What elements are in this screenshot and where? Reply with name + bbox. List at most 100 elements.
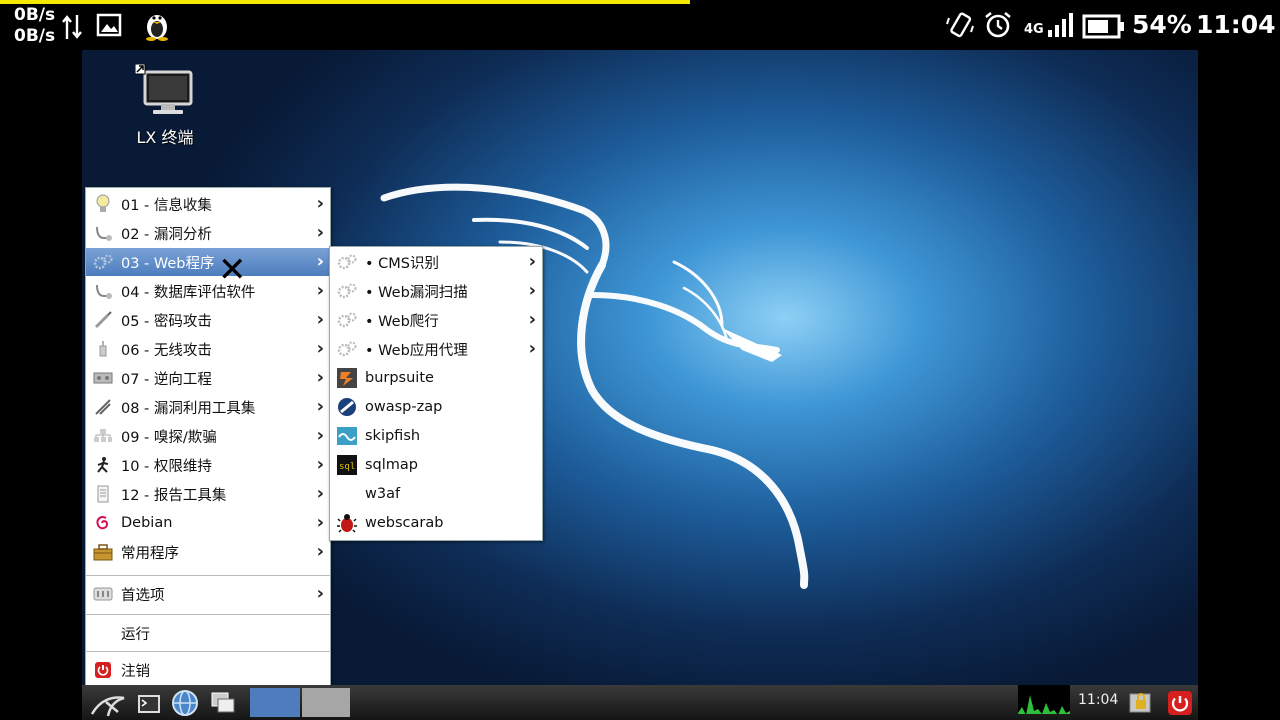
burpsuite-icon <box>337 368 357 388</box>
chevron-right-icon: › <box>528 338 536 359</box>
chevron-right-icon: › <box>316 541 324 562</box>
taskbar-window-button-1[interactable] <box>250 688 300 717</box>
chevron-right-icon: › <box>316 454 324 475</box>
taskbar-window-button-2[interactable] <box>302 688 350 717</box>
sqlmap-icon: sql <box>337 455 357 475</box>
data-transfer-icon <box>62 15 82 39</box>
menu-item-password-attacks[interactable]: 05 - 密码攻击 › <box>86 306 330 334</box>
power-icon <box>93 660 113 680</box>
alarm-icon <box>985 11 1011 38</box>
submenu-item-burpsuite[interactable]: burpsuite <box>330 364 542 392</box>
bug-icon <box>337 513 357 533</box>
menu-item-web-apps[interactable]: 03 - Web程序 › <box>86 248 330 276</box>
chevron-right-icon: › <box>316 251 324 272</box>
battery-icon <box>1082 14 1124 39</box>
chevron-right-icon: › <box>316 222 324 243</box>
network-icon <box>93 426 113 446</box>
network-speed: 0B/s 0B/s <box>14 5 56 46</box>
runner-icon <box>93 455 113 475</box>
submenu-item-web-vuln-scanners[interactable]: • Web漏洞扫描 › <box>330 277 542 305</box>
menu-item-accessories[interactable]: 常用程序 › <box>86 538 330 566</box>
chevron-right-icon: › <box>316 367 324 388</box>
web-apps-submenu: • CMS识别 › • Web漏洞扫描 › • Web爬行 › • Web应用代理 › … <box>329 246 543 541</box>
menu-item-vuln-analysis[interactable]: 02 - 漏洞分析 › <box>86 219 330 247</box>
lightbulb-icon <box>93 194 113 214</box>
gears-icon <box>337 310 357 330</box>
probe-icon <box>93 281 113 301</box>
menu-item-database-assessment[interactable]: 04 - 数据库评估软件 › <box>86 277 330 305</box>
taskbar <box>82 685 1198 720</box>
gears-icon <box>337 281 357 301</box>
lock-screen-icon[interactable] <box>1126 688 1156 717</box>
submenu-item-web-app-proxies[interactable]: • Web应用代理 › <box>330 335 542 363</box>
monitor-icon <box>134 63 193 114</box>
probe-icon <box>93 223 113 243</box>
chevron-right-icon: › <box>528 280 536 301</box>
machine-icon <box>93 368 113 388</box>
kali-menu-button[interactable] <box>88 688 128 717</box>
battery-percent: 54% <box>1132 10 1192 39</box>
desktop-icon-label: LX 终端 <box>136 128 194 147</box>
terminal-launcher-icon[interactable] <box>136 688 162 717</box>
menu-item-maintaining-access[interactable]: 10 - 权限维持 › <box>86 451 330 479</box>
chevron-right-icon: › <box>316 425 324 446</box>
android-status-bar: 0B/s 0B/s 4G 54% 11:04 <box>0 0 1280 50</box>
menu-item-debian[interactable]: Debian › <box>86 509 330 537</box>
menu-item-reporting-tools[interactable]: 12 - 报告工具集 › <box>86 480 330 508</box>
menu-item-logout[interactable]: 注销 <box>86 656 330 684</box>
chevron-right-icon: › <box>316 309 324 330</box>
debian-swirl-icon <box>93 513 113 533</box>
preferences-icon <box>93 584 113 604</box>
submenu-item-sqlmap[interactable]: sql sqlmap <box>330 451 542 479</box>
owasp-zap-icon <box>337 397 357 417</box>
network-type: 4G <box>1024 22 1044 37</box>
chevron-right-icon: › <box>316 396 324 417</box>
submenu-item-webscarab[interactable]: webscarab <box>330 509 542 537</box>
chevron-right-icon: › <box>316 280 324 301</box>
skipfish-icon <box>337 426 357 446</box>
linux-penguin-icon <box>146 15 168 41</box>
menu-item-sniffing-spoofing[interactable]: 09 - 嗅探/欺骗 › <box>86 422 330 450</box>
taskbar-clock: 11:04 <box>1078 692 1119 708</box>
tools-icon <box>93 397 113 417</box>
svg-text:sql: sql <box>339 462 355 472</box>
submenu-item-owasp-zap[interactable]: owasp-zap <box>330 393 542 421</box>
chevron-right-icon: › <box>316 193 324 214</box>
chevron-right-icon: › <box>528 309 536 330</box>
cpu-monitor-graph <box>1018 685 1070 714</box>
gears-icon <box>337 339 357 359</box>
chevron-right-icon: › <box>316 483 324 504</box>
menu-separator <box>86 651 330 652</box>
toolbox-icon <box>93 542 113 562</box>
menu-item-reverse-engineering[interactable]: 07 - 逆向工程 › <box>86 364 330 392</box>
windows-icon[interactable] <box>208 688 238 717</box>
vibrate-icon <box>946 12 974 38</box>
chevron-right-icon: › <box>316 583 324 604</box>
menu-separator <box>86 614 330 615</box>
menu-item-exploitation-tools[interactable]: 08 - 漏洞利用工具集 › <box>86 393 330 421</box>
chevron-right-icon: › <box>316 512 324 533</box>
application-menu: 01 - 信息收集 › 02 - 漏洞分析 › 03 - Web程序 › 04 - 数… <box>85 187 331 687</box>
menu-item-wireless-attacks[interactable]: 06 - 无线攻击 › <box>86 335 330 363</box>
chevron-right-icon: › <box>316 338 324 359</box>
image-icon <box>96 13 122 37</box>
pen-icon <box>93 310 113 330</box>
menu-item-run[interactable]: 运行 <box>86 619 330 647</box>
document-icon <box>93 484 113 504</box>
menu-item-preferences[interactable]: 首选项 › <box>86 580 330 608</box>
desktop-icon-lxterminal[interactable]: LX 终端 <box>122 63 208 148</box>
submenu-item-w3af[interactable]: w3af <box>330 480 542 508</box>
menu-separator <box>86 575 330 576</box>
browser-globe-icon[interactable] <box>170 688 200 717</box>
signal-icon <box>1048 13 1073 37</box>
mouse-cursor: ✕ <box>218 250 247 290</box>
submenu-item-cms-identification[interactable]: • CMS识别 › <box>330 248 542 276</box>
chevron-right-icon: › <box>528 251 536 272</box>
power-icon[interactable] <box>1166 688 1194 717</box>
menu-item-info-gathering[interactable]: 01 - 信息收集 › <box>86 190 330 218</box>
wireless-icon <box>93 339 113 359</box>
submenu-item-web-crawlers[interactable]: • Web爬行 › <box>330 306 542 334</box>
gears-icon <box>337 252 357 272</box>
submenu-item-skipfish[interactable]: skipfish <box>330 422 542 450</box>
gears-icon <box>93 252 113 272</box>
